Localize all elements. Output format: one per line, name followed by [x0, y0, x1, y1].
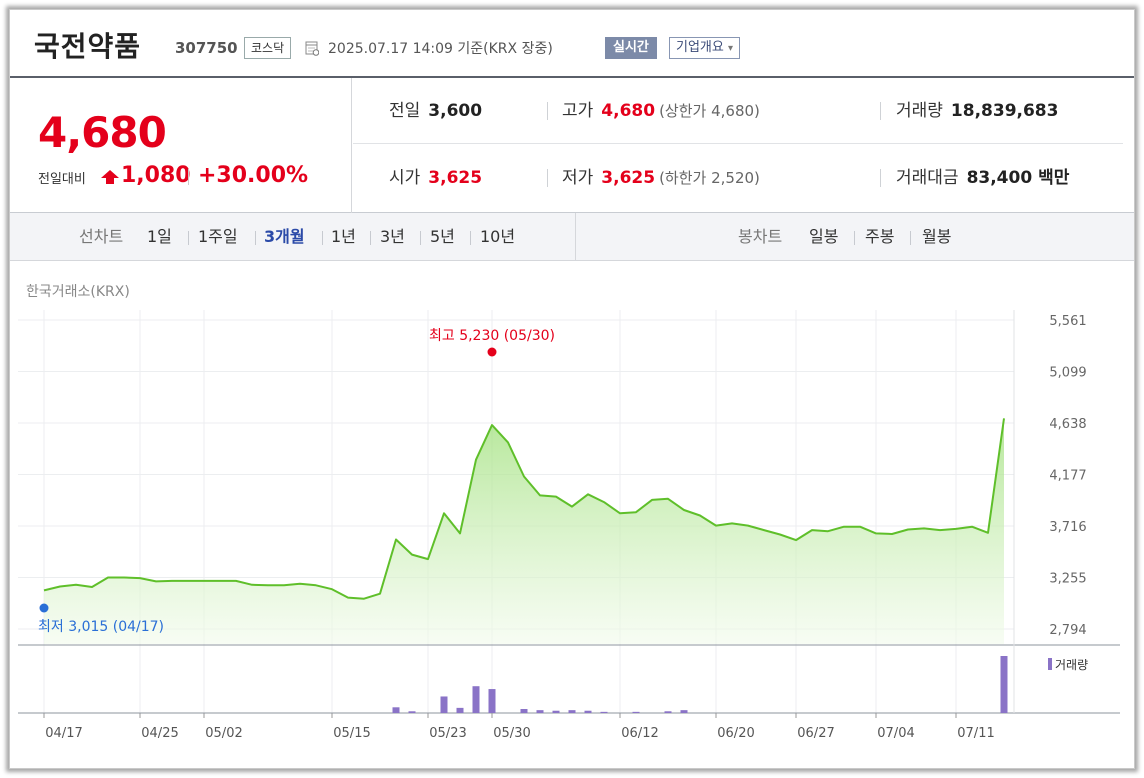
- volume-bar: [584, 710, 592, 713]
- volume-legend-swatch: [1048, 658, 1052, 670]
- y-tick-label: 4,177: [1049, 469, 1086, 484]
- volume-bar: [456, 707, 464, 713]
- min-marker: [39, 603, 49, 613]
- volume-bar: [664, 711, 672, 713]
- x-tick-label: 04/25: [141, 726, 178, 741]
- x-tick-label: 04/17: [45, 726, 82, 741]
- volume-legend-label: 거래량: [1055, 658, 1088, 672]
- volume-bar: [472, 686, 480, 713]
- x-tick-label: 05/23: [429, 726, 466, 741]
- volume-bar: [600, 711, 608, 713]
- min-annotation: 최저 3,015 (04/17): [38, 619, 164, 635]
- volume-bar: [392, 707, 400, 713]
- volume-bar: [632, 711, 640, 713]
- volume-bar: [568, 710, 576, 713]
- y-tick-label: 3,716: [1049, 520, 1086, 535]
- x-tick-label: 05/30: [493, 726, 530, 741]
- x-tick-label: 07/04: [877, 726, 914, 741]
- max-annotation: 최고 5,230 (05/30): [429, 328, 555, 344]
- y-tick-label: 5,561: [1049, 314, 1086, 329]
- volume-bar: [536, 710, 544, 713]
- volume-bar: [1000, 656, 1008, 713]
- volume-bar: [552, 710, 560, 713]
- x-tick-label: 05/15: [333, 726, 370, 741]
- x-tick-label: 06/27: [797, 726, 834, 741]
- stock-widget: 국전약품 307750 코스닥 2025.07.17 14:09 기준(KRX …: [9, 9, 1135, 769]
- volume-bar: [520, 709, 528, 713]
- x-tick-label: 06/20: [717, 726, 754, 741]
- y-tick-label: 5,099: [1049, 366, 1086, 381]
- x-tick-label: 07/11: [957, 726, 994, 741]
- volume-bar: [680, 710, 688, 713]
- max-marker: [487, 347, 497, 357]
- y-tick-label: 4,638: [1049, 417, 1086, 432]
- y-tick-label: 2,794: [1049, 623, 1086, 638]
- x-tick-label: 06/12: [621, 726, 658, 741]
- price-area: [44, 418, 1004, 644]
- y-tick-label: 3,255: [1049, 572, 1086, 587]
- volume-bar: [488, 689, 496, 713]
- price-chart[interactable]: 5,561 5,099 4,638 4,177 3,716 3,255 2,794 04/17…: [10, 10, 1135, 769]
- volume-bar: [408, 711, 416, 713]
- volume-bar: [440, 696, 448, 713]
- x-tick-label: 05/02: [205, 726, 242, 741]
